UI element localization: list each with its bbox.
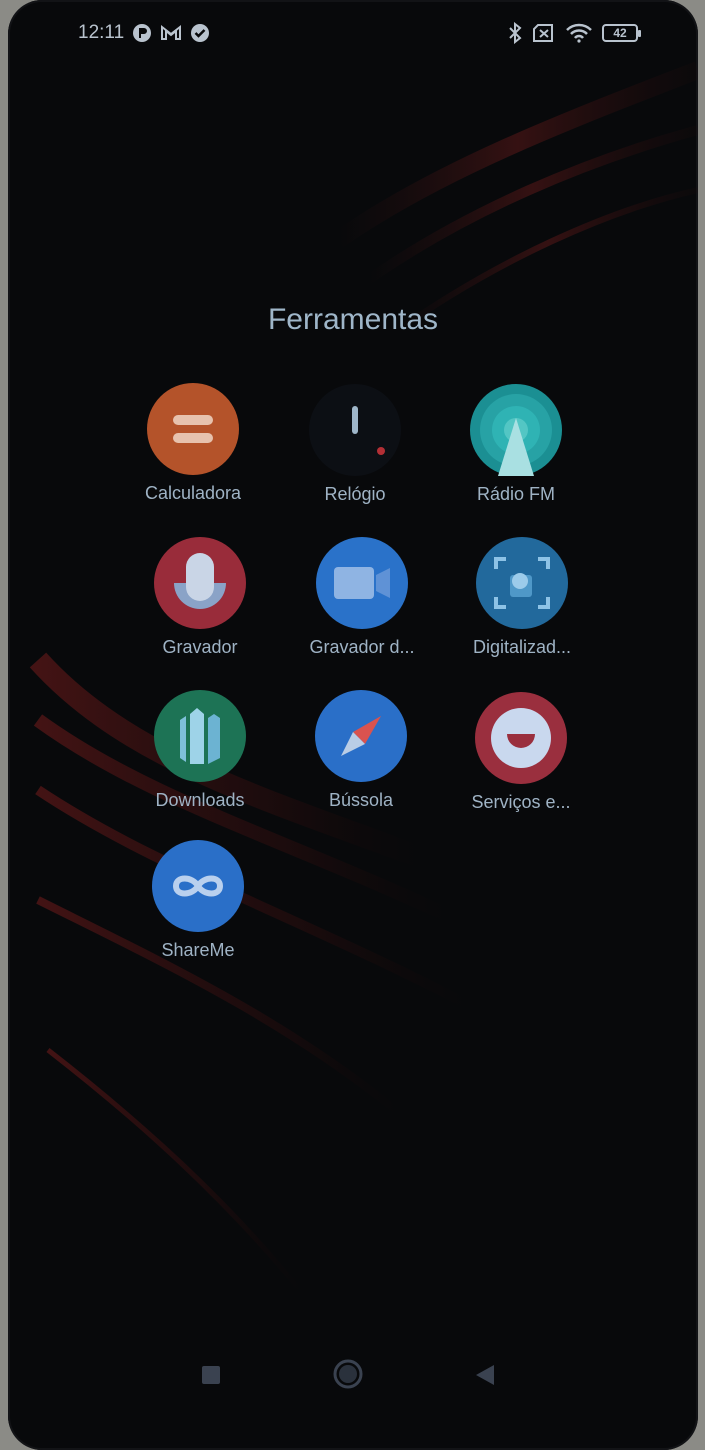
app-servicos-e-feedback[interactable]: Serviços e... bbox=[436, 692, 606, 813]
app-digitalizador[interactable]: Digitalizad... bbox=[437, 537, 607, 658]
app-radio-fm[interactable]: Rádio FM bbox=[431, 384, 601, 505]
downloads-icon bbox=[154, 690, 246, 782]
video-camera-icon bbox=[316, 537, 408, 629]
clock-icon bbox=[309, 384, 401, 476]
app-downloads[interactable]: Downloads bbox=[115, 690, 285, 811]
gmail-icon bbox=[160, 24, 182, 42]
services-feedback-icon bbox=[475, 692, 567, 784]
app-label: Relógio bbox=[324, 484, 386, 504]
app-label: Serviços e... bbox=[471, 792, 571, 812]
app-label: Gravador d... bbox=[309, 637, 415, 657]
phone-screen: 12:11 42 Ferramentas Calculadora Relógio… bbox=[8, 0, 698, 1450]
app-bussola[interactable]: Bússola bbox=[276, 690, 446, 811]
app-label: ShareMe bbox=[161, 940, 235, 960]
shareme-icon bbox=[152, 840, 244, 932]
compass-icon bbox=[315, 690, 407, 782]
app-relogio[interactable]: Relógio bbox=[270, 384, 440, 505]
radio-icon bbox=[470, 384, 562, 476]
app-label: Calculadora bbox=[144, 483, 242, 503]
app-label: Rádio FM bbox=[476, 484, 556, 504]
scanner-icon bbox=[476, 537, 568, 629]
check-badge-icon bbox=[190, 23, 210, 43]
folder-title: Ferramentas bbox=[267, 303, 439, 336]
app-shareme[interactable]: ShareMe bbox=[113, 840, 283, 961]
calculator-icon bbox=[147, 383, 239, 475]
app-label: Downloads bbox=[155, 790, 245, 810]
status-bar: 12:11 42 bbox=[8, 18, 698, 50]
no-sim-icon bbox=[532, 23, 556, 43]
battery-icon: 42 bbox=[602, 24, 641, 42]
recents-square-icon[interactable] bbox=[194, 1358, 228, 1392]
home-circle-icon[interactable] bbox=[330, 1356, 366, 1392]
status-time: 12:11 bbox=[78, 22, 125, 43]
app-label: Bússola bbox=[328, 790, 394, 810]
battery-level: 42 bbox=[613, 26, 627, 40]
bluetooth-icon bbox=[508, 22, 522, 44]
wifi-icon bbox=[566, 23, 592, 43]
app-notification-icon bbox=[132, 23, 152, 43]
app-gravador[interactable]: Gravador bbox=[115, 537, 285, 658]
app-calculadora[interactable]: Calculadora bbox=[108, 383, 278, 504]
navigation-bar bbox=[8, 1352, 698, 1402]
microphone-icon bbox=[154, 537, 246, 629]
app-label: Gravador bbox=[162, 637, 238, 657]
app-gravador-de-tela[interactable]: Gravador d... bbox=[277, 537, 447, 658]
app-label: Digitalizad... bbox=[472, 637, 572, 657]
back-triangle-icon[interactable] bbox=[468, 1358, 502, 1392]
